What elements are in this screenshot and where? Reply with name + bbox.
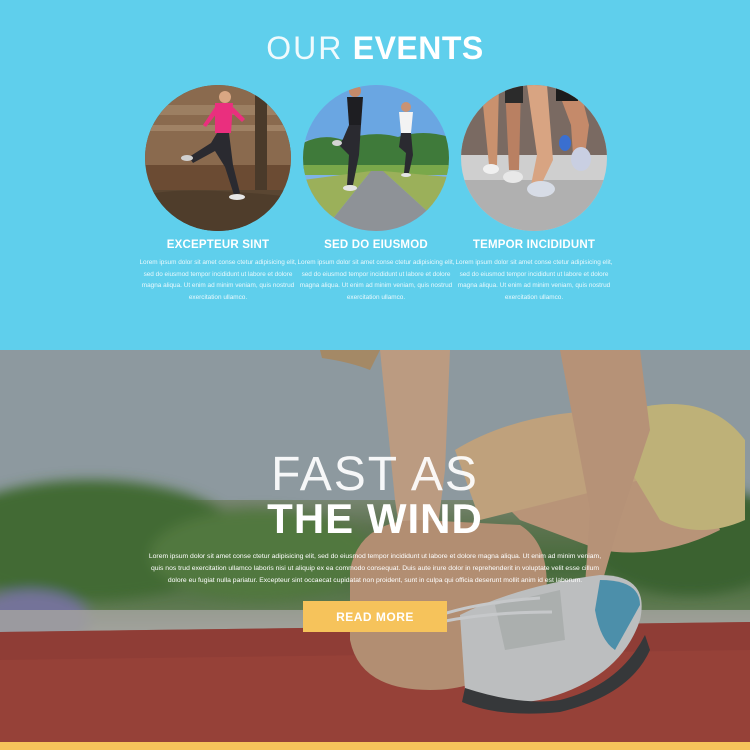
event-photo-runner-forest[interactable] <box>145 85 291 231</box>
event-text-3: Lorem ipsum dolor sit amet conse ctetur … <box>455 259 613 301</box>
hero-title-light: FAST AS <box>271 448 479 501</box>
event-photo-runners-legs[interactable] <box>461 85 607 231</box>
read-more-button[interactable]: READ MORE <box>303 601 447 632</box>
bottom-accent-strip <box>0 742 750 750</box>
events-heading-light: OUR <box>266 30 344 66</box>
event-text-1: Lorem ipsum dolor sit amet conse ctetur … <box>139 259 297 301</box>
event-card-3[interactable]: TEMPOR INCIDIDUNT Lorem ipsum dolor sit … <box>454 85 614 303</box>
event-card-1[interactable]: EXCEPTEUR SINT Lorem ipsum dolor sit ame… <box>138 85 298 303</box>
hero-title-bold: THE WIND <box>267 495 483 542</box>
event-title-2: SED DO EIUSMOD <box>324 239 428 251</box>
events-heading: OUR EVENTS <box>0 30 750 67</box>
events-heading-bold: EVENTS <box>352 30 484 66</box>
event-text-2: Lorem ipsum dolor sit amet conse ctetur … <box>297 259 455 301</box>
event-title-3: TEMPOR INCIDIDUNT <box>472 239 596 251</box>
events-section: OUR EVENTS EXCEPTEUR SINT Lorem ipsum do… <box>0 0 750 350</box>
hero-overlay <box>0 350 750 742</box>
event-card-2[interactable]: SED DO EIUSMOD Lorem ipsum dolor sit ame… <box>296 85 456 303</box>
hero-description: Lorem ipsum dolor sit amet conse ctetur … <box>148 553 602 584</box>
event-photo-runners-road[interactable] <box>303 85 449 231</box>
hero-section: FAST AS THE WIND Lorem ipsum dolor sit a… <box>0 350 750 742</box>
event-title-1: EXCEPTEUR SINT <box>166 239 270 251</box>
